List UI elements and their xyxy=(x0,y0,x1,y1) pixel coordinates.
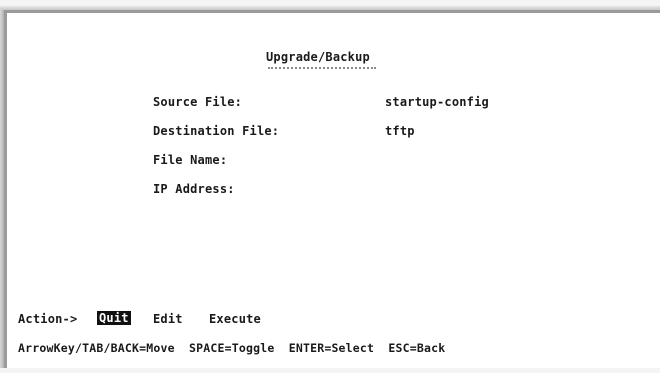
help-line: ArrowKey/TAB/BACK=Move SPACE=Toggle ENTE… xyxy=(18,341,446,355)
title-underline xyxy=(268,67,376,69)
file-name-label: File Name: xyxy=(153,153,228,167)
quit-action[interactable]: Quit xyxy=(97,311,131,325)
execute-action[interactable]: Execute xyxy=(209,312,261,326)
ip-address-label: IP Address: xyxy=(153,182,235,196)
destination-file-value[interactable]: tftp xyxy=(385,124,415,138)
source-file-label: Source File: xyxy=(153,95,243,109)
source-file-value[interactable]: startup-config xyxy=(385,95,489,109)
destination-file-label: Destination File: xyxy=(153,124,280,138)
page-title: Upgrade/Backup xyxy=(266,50,370,64)
edit-action[interactable]: Edit xyxy=(153,312,183,326)
action-prompt: Action-> xyxy=(18,312,78,326)
